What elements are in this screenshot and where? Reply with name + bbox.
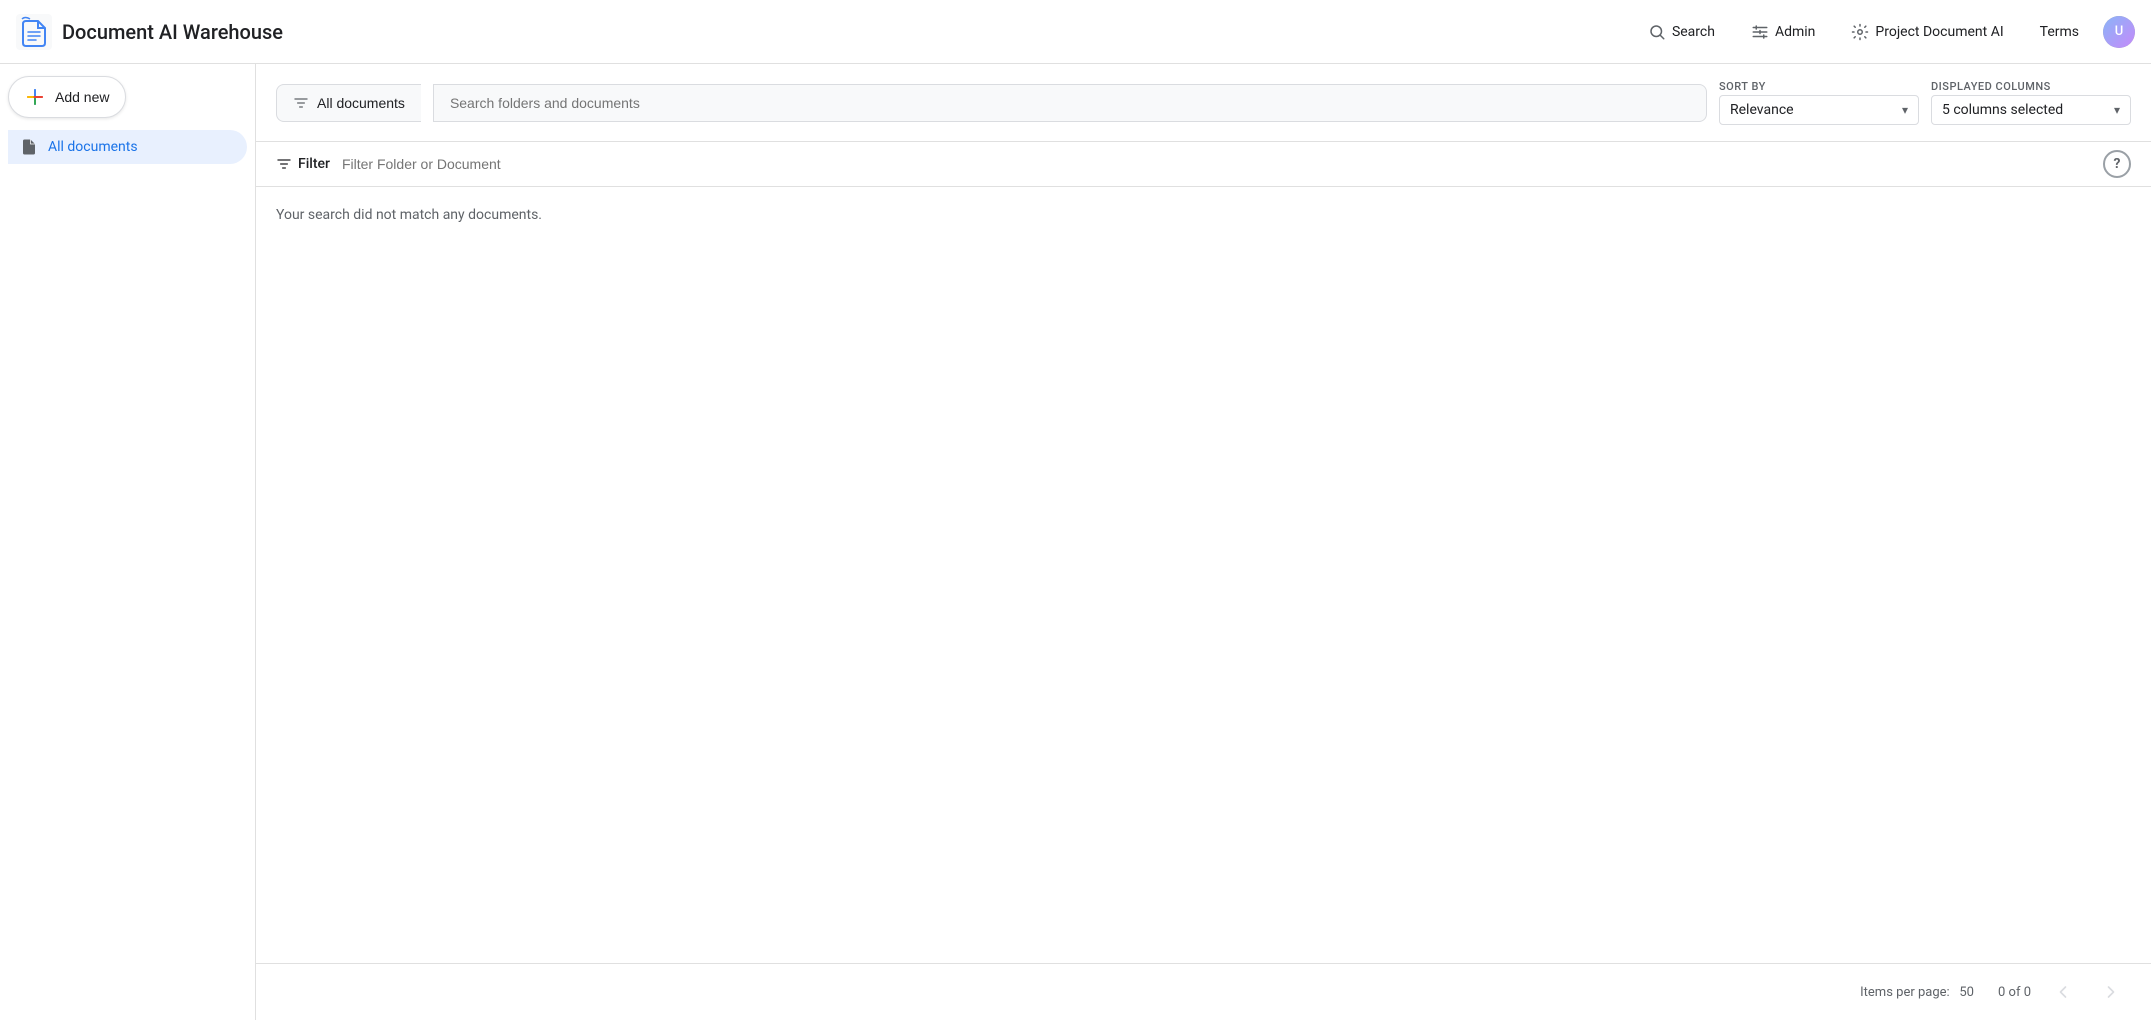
sort-by-section: Sort By Relevance xyxy=(1719,80,1919,125)
displayed-columns-select[interactable]: 5 columns selected xyxy=(1931,95,2131,125)
document-icon xyxy=(20,138,38,156)
displayed-columns-value: 5 columns selected xyxy=(1942,102,2063,118)
sort-by-chevron-icon xyxy=(1902,102,1908,118)
nav-logo: Document AI Warehouse xyxy=(16,14,283,50)
items-per-page-label: Items per page: 50 xyxy=(1860,985,1974,1000)
filter-bar: Filter ? xyxy=(256,142,2151,187)
sort-by-select[interactable]: Relevance xyxy=(1719,95,1919,125)
sort-by-value: Relevance xyxy=(1730,102,1794,118)
filter-input[interactable] xyxy=(342,156,2091,172)
filter-button[interactable]: Filter xyxy=(276,156,330,172)
avatar-initials: U xyxy=(2115,24,2124,39)
search-nav-label: Search xyxy=(1672,24,1715,40)
sort-by-label: Sort By xyxy=(1719,80,1919,93)
sidebar-item-all-documents[interactable]: All documents xyxy=(8,130,247,164)
search-input[interactable] xyxy=(450,95,1690,111)
add-new-icon xyxy=(25,87,45,107)
all-documents-button[interactable]: All documents xyxy=(276,84,421,122)
avatar[interactable]: U xyxy=(2103,16,2135,48)
pagination: 0 of 0 xyxy=(1998,976,2127,1008)
chevron-right-icon xyxy=(2101,982,2121,1002)
main-layout: Add new All documents All documents xyxy=(0,64,2151,1020)
search-icon xyxy=(1648,23,1666,41)
add-new-button[interactable]: Add new xyxy=(8,76,126,118)
add-new-label: Add new xyxy=(55,89,109,105)
pagination-info: 0 of 0 xyxy=(1998,985,2031,1000)
help-button[interactable]: ? xyxy=(2103,150,2131,178)
pagination-next-button[interactable] xyxy=(2095,976,2127,1008)
terms-nav-label: Terms xyxy=(2040,24,2079,40)
filter-icon xyxy=(276,156,292,172)
app-logo-icon xyxy=(16,14,52,50)
pagination-prev-button[interactable] xyxy=(2047,976,2079,1008)
main-content: All documents Sort By Relevance Displaye… xyxy=(256,64,2151,1020)
admin-nav-label: Admin xyxy=(1775,24,1815,40)
search-bar[interactable] xyxy=(433,84,1707,122)
no-results-message: Your search did not match any documents. xyxy=(276,207,2131,223)
all-documents-label: All documents xyxy=(317,95,405,111)
displayed-columns-label: Displayed Columns xyxy=(1931,80,2131,93)
admin-icon xyxy=(1751,23,1769,41)
filter-lines-icon xyxy=(293,95,309,111)
toolbar: All documents Sort By Relevance Displaye… xyxy=(256,64,2151,142)
admin-nav-item[interactable]: Admin xyxy=(1739,15,1827,49)
app-title: Document AI Warehouse xyxy=(62,20,283,44)
help-icon: ? xyxy=(2114,156,2121,172)
sidebar: Add new All documents xyxy=(0,64,256,1020)
top-nav: Document AI Warehouse Search Admin Proje… xyxy=(0,0,2151,64)
project-nav-item[interactable]: Project Document AI xyxy=(1839,15,2015,49)
gear-icon xyxy=(1851,23,1869,41)
content-area: Your search did not match any documents. xyxy=(256,187,2151,963)
sidebar-item-label: All documents xyxy=(48,139,138,155)
terms-nav-item[interactable]: Terms xyxy=(2028,16,2091,48)
footer: Items per page: 50 0 of 0 xyxy=(256,963,2151,1020)
displayed-columns-chevron-icon xyxy=(2114,102,2120,118)
project-nav-label: Project Document AI xyxy=(1875,24,2003,40)
chevron-left-icon xyxy=(2053,982,2073,1002)
search-nav-item[interactable]: Search xyxy=(1636,15,1727,49)
filter-label: Filter xyxy=(298,156,330,172)
items-per-page-text: Items per page: xyxy=(1860,985,1950,1000)
items-per-page-value: 50 xyxy=(1959,985,1974,1000)
displayed-columns-section: Displayed Columns 5 columns selected xyxy=(1931,80,2131,125)
